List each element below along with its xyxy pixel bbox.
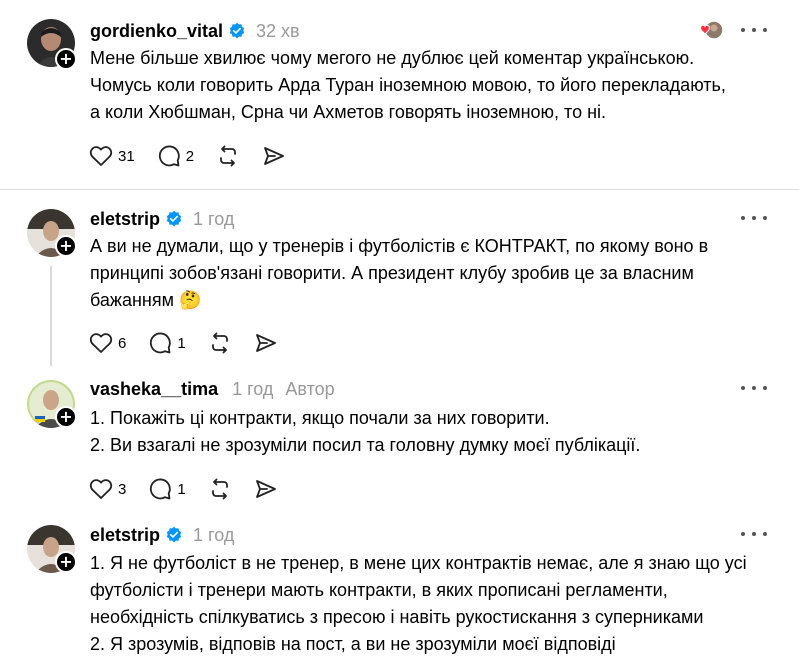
verified-badge-icon <box>166 210 182 227</box>
post-2: + eletstrip 1 год А ви не думали, що у т… <box>0 190 799 370</box>
post-text-line: футболісти і тренери мають контракти, в … <box>90 580 668 600</box>
heart-icon <box>89 146 113 166</box>
share-button[interactable] <box>254 331 278 355</box>
username[interactable]: gordienko_vital <box>90 21 223 42</box>
more-options-button[interactable] <box>741 529 767 539</box>
comment-icon <box>150 332 172 354</box>
heart-icon <box>89 333 113 353</box>
post-text-line: 1. Покажіть ці контракти, якщо почали за… <box>90 408 550 428</box>
post-text: 1. Покажіть ці контракти, якщо почали за… <box>90 405 640 459</box>
follow-plus-icon[interactable]: + <box>55 235 77 257</box>
share-button[interactable] <box>254 477 278 501</box>
share-button[interactable] <box>262 144 286 168</box>
more-options-button[interactable] <box>741 213 767 223</box>
username[interactable]: vasheka__tima <box>90 379 218 400</box>
post-text-line: 2. Ви взагалі не зрозуміли посил та голо… <box>90 435 641 455</box>
reply-count: 2 <box>185 147 195 165</box>
more-options-button[interactable] <box>741 25 767 35</box>
post-1: + gordienko_vital 32 хв Мене більше хвил… <box>0 0 799 190</box>
post-text-line: А ви не думали, що у тренерів і футболіс… <box>90 236 709 256</box>
verified-badge-icon <box>229 22 245 39</box>
post-actions: 3 1 <box>89 476 300 502</box>
timestamp[interactable]: 1 год <box>193 525 234 546</box>
post-3: + vasheka__tima 1 год Автор 1. Покажіть … <box>0 370 799 515</box>
more-options-button[interactable] <box>741 383 767 393</box>
follow-plus-icon[interactable]: + <box>55 406 77 428</box>
send-icon <box>255 480 276 498</box>
post-4: + eletstrip 1 год 1. Я не футболіст в не… <box>0 515 799 669</box>
post-header: eletstrip 1 год <box>90 207 234 231</box>
verified-badge-icon <box>166 526 182 543</box>
post-text-line: 2. Я зрозумів, відповів на пост, а ви не… <box>90 634 616 654</box>
author-label: Автор <box>285 378 335 399</box>
like-count: 6 <box>118 334 127 352</box>
post-text-line: Мене більше хвилює чому мегого не дублює… <box>90 48 695 68</box>
timestamp[interactable]: 32 хв <box>256 21 300 42</box>
send-icon <box>264 147 284 165</box>
post-text-line: 1. Я не футболіст в не тренер, в мене ци… <box>90 553 747 573</box>
username[interactable]: eletstrip <box>90 209 160 230</box>
post-header: vasheka__tima 1 год Автор <box>90 377 335 401</box>
post-header: gordienko_vital 32 хв <box>90 19 300 43</box>
comment-icon <box>150 478 172 500</box>
repost-button[interactable] <box>208 477 232 501</box>
post-actions: 6 1 <box>89 330 300 356</box>
repost-button[interactable] <box>208 331 232 355</box>
repost-icon <box>211 332 228 354</box>
post-text: 1. Я не футболіст в не тренер, в мене ци… <box>90 550 747 658</box>
send-icon <box>255 334 276 352</box>
thread-line <box>50 266 52 366</box>
like-button[interactable]: 31 <box>89 145 135 167</box>
timestamp[interactable]: 1 год <box>193 209 234 230</box>
heart-icon <box>89 479 113 499</box>
repost-icon <box>220 145 236 167</box>
like-count: 3 <box>118 480 127 498</box>
post-text-line: Чомусь коли говорить Арда Туран іноземно… <box>90 75 726 95</box>
like-count: 31 <box>118 147 135 165</box>
post-text-line: а коли Хюбшман, Срна чи Ахметов говорять… <box>90 102 607 122</box>
repost-button[interactable] <box>216 144 240 168</box>
post-actions: 31 2 <box>89 143 308 169</box>
username[interactable]: eletstrip <box>90 525 160 546</box>
timestamp[interactable]: 1 год <box>232 379 273 400</box>
follow-plus-icon[interactable]: + <box>55 48 77 70</box>
repost-icon <box>211 478 228 500</box>
post-text-segment: бажанням <box>90 290 174 310</box>
like-button[interactable]: 6 <box>89 332 126 354</box>
like-button[interactable]: 3 <box>89 478 126 500</box>
follow-plus-icon[interactable]: + <box>55 551 77 573</box>
post-text-line: необхідність спілкуватись з пресою і нав… <box>90 607 704 627</box>
reply-count: 1 <box>177 334 186 352</box>
liked-by-avatar <box>700 20 724 42</box>
comment-icon <box>158 145 180 167</box>
post-text-line: бажанням 🤔 <box>90 287 708 314</box>
reply-button[interactable]: 2 <box>157 144 194 168</box>
post-text: Мене більше хвилює чому мегого не дублює… <box>90 45 726 126</box>
reply-count: 1 <box>177 480 186 498</box>
post-text-line: принципі зобов'язані говорити. А президе… <box>90 263 694 283</box>
reply-button[interactable]: 1 <box>148 331 186 355</box>
thinking-emoji: 🤔 <box>178 290 202 310</box>
post-header: eletstrip 1 год <box>90 523 234 547</box>
reply-button[interactable]: 1 <box>148 477 186 501</box>
post-text: А ви не думали, що у тренерів і футболіс… <box>90 233 708 314</box>
